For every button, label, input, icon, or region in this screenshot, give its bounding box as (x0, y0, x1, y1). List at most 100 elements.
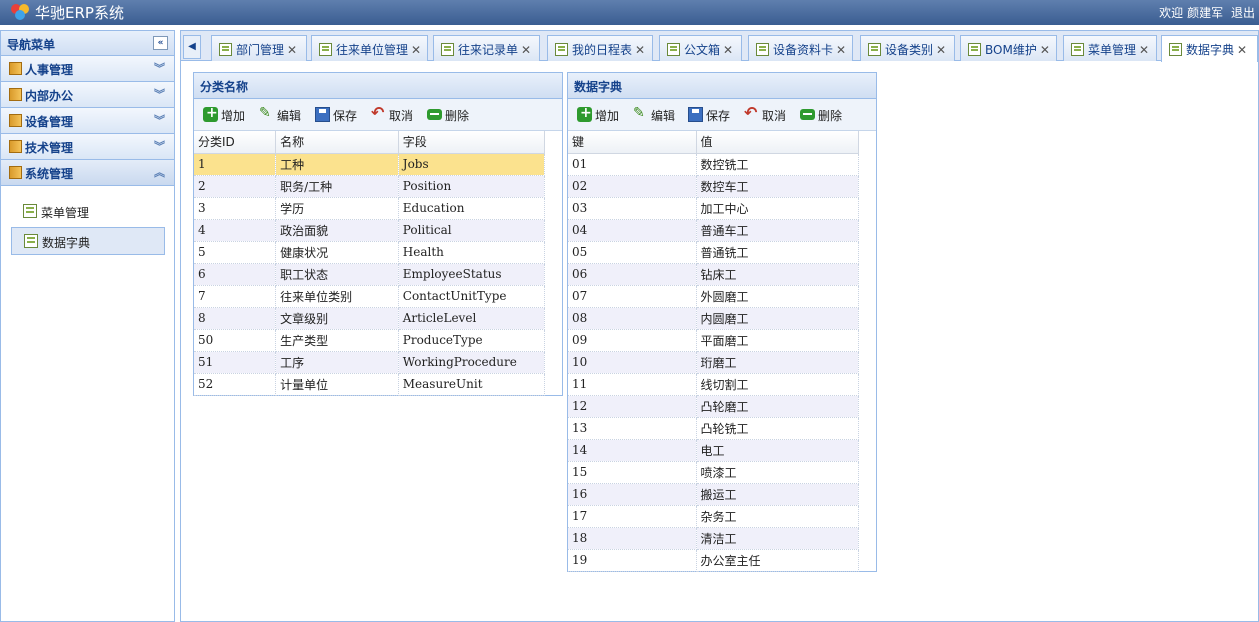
nav-group-office[interactable]: 内部办公 ︾ (1, 82, 174, 108)
table-cell[interactable]: 搬运工 (696, 483, 859, 506)
table-cell[interactable]: 计量单位 (275, 373, 399, 396)
table-cell[interactable]: 02 (568, 175, 697, 198)
table-cell[interactable]: 职务/工种 (275, 175, 399, 198)
logout-link[interactable]: 退出 (1231, 6, 1255, 20)
table-cell[interactable]: 15 (568, 461, 697, 484)
cancel-button[interactable]: 取消 (744, 103, 786, 124)
nav-group-system[interactable]: 系统管理 ︽ (1, 160, 174, 186)
table-cell[interactable]: 5 (194, 241, 277, 264)
table-cell[interactable]: 13 (568, 417, 697, 440)
table-cell[interactable]: 07 (568, 285, 697, 308)
table-cell[interactable]: Health (398, 241, 545, 264)
table-cell[interactable]: ContactUnitType (398, 285, 545, 308)
table-cell[interactable]: 平面磨工 (696, 329, 859, 352)
nav-group-tech[interactable]: 技术管理 ︾ (1, 134, 174, 160)
delete-button[interactable]: 删除 (427, 107, 469, 124)
table-row[interactable]: 11 线切割工 (568, 373, 876, 396)
tab-department[interactable]: 部门管理 ✕ (211, 35, 307, 61)
table-cell[interactable]: 2 (194, 175, 277, 198)
table-cell[interactable]: 08 (568, 307, 697, 330)
tab-document-box[interactable]: 公文箱 ✕ (659, 35, 742, 61)
table-cell[interactable]: WorkingProcedure (398, 351, 545, 374)
table-cell[interactable]: 19 (568, 549, 697, 572)
table-cell[interactable]: 文章级别 (275, 307, 399, 330)
table-cell[interactable]: 工种 (275, 153, 399, 176)
column-header[interactable]: 值 (696, 131, 859, 154)
table-cell[interactable]: 内圆磨工 (696, 307, 859, 330)
table-cell[interactable]: 09 (568, 329, 697, 352)
close-icon[interactable]: ✕ (1237, 43, 1247, 57)
close-icon[interactable]: ✕ (723, 43, 733, 57)
tab-menu-management[interactable]: 菜单管理 ✕ (1063, 35, 1157, 61)
close-icon[interactable]: ✕ (836, 43, 846, 57)
nav-group-hr[interactable]: 人事管理 ︾ (1, 56, 174, 82)
close-icon[interactable]: ✕ (635, 43, 645, 57)
table-row[interactable]: 16 搬运工 (568, 483, 876, 506)
tab-equipment-card[interactable]: 设备资料卡 ✕ (748, 35, 853, 61)
table-row[interactable]: 18 清洁工 (568, 527, 876, 550)
table-row[interactable]: 13 凸轮铣工 (568, 417, 876, 440)
table-cell[interactable]: 11 (568, 373, 697, 396)
table-row[interactable]: 05 普通铣工 (568, 241, 876, 264)
table-cell[interactable]: 健康状况 (275, 241, 399, 264)
tab-contact-unit[interactable]: 往来单位管理 ✕ (311, 35, 428, 61)
close-icon[interactable]: ✕ (411, 43, 421, 57)
table-row[interactable]: 14 电工 (568, 439, 876, 462)
add-button[interactable]: 增加 (577, 105, 619, 124)
table-cell[interactable]: 政治面貌 (275, 219, 399, 242)
cancel-button[interactable]: 取消 (371, 103, 413, 124)
table-cell[interactable]: ArticleLevel (398, 307, 545, 330)
table-row[interactable]: 15 喷漆工 (568, 461, 876, 484)
table-cell[interactable]: 14 (568, 439, 697, 462)
edit-button[interactable]: 编辑 (259, 105, 301, 124)
table-row[interactable]: 2 职务/工种 Position (194, 175, 562, 198)
table-cell[interactable]: 03 (568, 197, 697, 220)
tab-scroll-left-button[interactable]: ◀ (183, 35, 201, 59)
table-cell[interactable]: 6 (194, 263, 277, 286)
tab-contact-record[interactable]: 往来记录单 ✕ (433, 35, 540, 61)
table-cell[interactable]: EmployeeStatus (398, 263, 545, 286)
table-cell[interactable]: 线切割工 (696, 373, 859, 396)
table-cell[interactable]: 工序 (275, 351, 399, 374)
table-cell[interactable]: 05 (568, 241, 697, 264)
table-cell[interactable]: 学历 (275, 197, 399, 220)
table-row[interactable]: 4 政治面貌 Political (194, 219, 562, 242)
table-cell[interactable]: 04 (568, 219, 697, 242)
table-row[interactable]: 06 钻床工 (568, 263, 876, 286)
table-cell[interactable]: 外圆磨工 (696, 285, 859, 308)
table-cell[interactable]: 3 (194, 197, 277, 220)
table-cell[interactable]: 杂务工 (696, 505, 859, 528)
table-cell[interactable]: ProduceType (398, 329, 545, 352)
table-row[interactable]: 19 办公室主任 (568, 549, 876, 572)
table-row[interactable]: 3 学历 Education (194, 197, 562, 220)
table-row[interactable]: 07 外圆磨工 (568, 285, 876, 308)
table-cell[interactable]: 电工 (696, 439, 859, 462)
delete-button[interactable]: 删除 (800, 107, 842, 124)
table-cell[interactable]: 06 (568, 263, 697, 286)
table-cell[interactable]: 凸轮铣工 (696, 417, 859, 440)
column-header[interactable]: 名称 (275, 131, 399, 154)
table-cell[interactable]: 18 (568, 527, 697, 550)
collapse-nav-button[interactable]: « (153, 36, 168, 50)
table-cell[interactable]: MeasureUnit (398, 373, 545, 396)
table-cell[interactable]: 51 (194, 351, 277, 374)
table-cell[interactable]: 01 (568, 153, 697, 176)
table-cell[interactable]: Education (398, 197, 545, 220)
table-cell[interactable]: 数控车工 (696, 175, 859, 198)
column-header[interactable]: 分类ID (194, 131, 277, 154)
column-header[interactable]: 键 (568, 131, 697, 154)
table-row[interactable]: 08 内圆磨工 (568, 307, 876, 330)
save-button[interactable]: 保存 (315, 107, 357, 124)
table-cell[interactable]: 普通车工 (696, 219, 859, 242)
table-cell[interactable]: 生产类型 (275, 329, 399, 352)
close-icon[interactable]: ✕ (287, 43, 297, 57)
table-cell[interactable]: 17 (568, 505, 697, 528)
table-row[interactable]: 17 杂务工 (568, 505, 876, 528)
table-cell[interactable]: 喷漆工 (696, 461, 859, 484)
tab-data-dictionary[interactable]: 数据字典 ✕ (1161, 35, 1258, 62)
table-cell[interactable]: 清洁工 (696, 527, 859, 550)
table-cell[interactable]: 7 (194, 285, 277, 308)
table-row[interactable]: 04 普通车工 (568, 219, 876, 242)
table-row[interactable]: 03 加工中心 (568, 197, 876, 220)
table-row[interactable]: 51 工序 WorkingProcedure (194, 351, 562, 374)
